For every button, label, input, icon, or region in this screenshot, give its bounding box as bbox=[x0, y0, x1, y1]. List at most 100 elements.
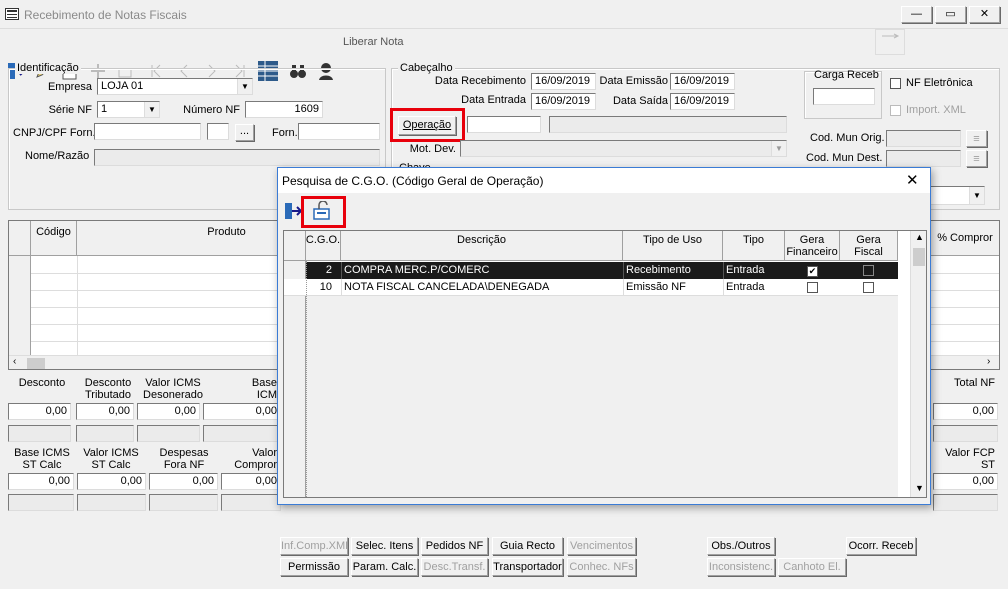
cgo-vscrollbar[interactable]: ▲ ▼ bbox=[910, 231, 926, 497]
col-compror[interactable]: % Compror bbox=[929, 221, 999, 256]
pedidos-nf-button[interactable]: Pedidos NF bbox=[421, 537, 488, 555]
nf-eletronica-checkbox[interactable] bbox=[890, 78, 901, 89]
extra-select[interactable]: ▼ bbox=[928, 186, 985, 205]
nome-razao-label: Nome/Razão bbox=[25, 150, 90, 162]
data-saida-label: Data Saída bbox=[612, 95, 668, 107]
operacao-code-field[interactable] bbox=[467, 116, 541, 133]
title-bar: Recebimento de Notas Fiscais — ▭ ✕ bbox=[0, 0, 1008, 29]
param-calc-button[interactable]: Param. Calc. bbox=[351, 558, 418, 576]
empresa-value: LOJA 01 bbox=[101, 80, 144, 92]
vencimentos-button: Vencimentos bbox=[567, 537, 636, 555]
col-codigo[interactable]: Código bbox=[31, 221, 77, 256]
extra-field-5 bbox=[933, 425, 998, 442]
chevron-down-icon[interactable]: ▼ bbox=[969, 187, 984, 204]
desconto-tributado-field[interactable]: 0,00 bbox=[76, 403, 134, 420]
carga-receb-field[interactable] bbox=[813, 88, 875, 105]
scroll-up-icon[interactable]: ▲ bbox=[915, 232, 924, 242]
data-emissao-label: Data Emissão bbox=[599, 75, 668, 87]
base-icms-st-field[interactable]: 0,00 bbox=[8, 473, 74, 490]
total-nf-label: Total NF bbox=[954, 377, 995, 389]
highlight-confirm bbox=[301, 196, 346, 228]
close-button[interactable]: ✕ bbox=[969, 6, 1000, 23]
row-descricao: NOTA FISCAL CANCELADA\DENEGADA bbox=[341, 279, 623, 296]
dialog-title: Pesquisa de C.G.O. (Código Geral de Oper… bbox=[282, 174, 544, 188]
obs-outros-button[interactable]: Obs./Outros bbox=[707, 537, 775, 555]
desc-transf-button: Desc.Transf. bbox=[421, 558, 488, 576]
data-saida-field[interactable]: 16/09/2019 bbox=[670, 93, 735, 110]
data-recebimento-field[interactable]: 16/09/2019 bbox=[531, 73, 596, 90]
data-recebimento-label: Data Recebimento bbox=[434, 75, 526, 87]
serie-select[interactable]: 1 ▼ bbox=[97, 101, 160, 118]
import-xml-label: Import. XML bbox=[906, 104, 966, 116]
empresa-select[interactable]: LOJA 01 ▼ bbox=[97, 78, 253, 95]
data-entrada-label: Data Entrada bbox=[461, 94, 526, 106]
scroll-down-icon[interactable]: ▼ bbox=[915, 483, 924, 493]
chevron-down-icon[interactable]: ▼ bbox=[144, 102, 159, 117]
col-gera-fiscal[interactable]: Gera Fiscal bbox=[840, 231, 898, 261]
row-descricao: COMPRA MERC.P/COMERC bbox=[341, 262, 623, 279]
col-tipo[interactable]: Tipo bbox=[723, 231, 785, 261]
gera-fiscal-checkbox[interactable] bbox=[863, 265, 874, 276]
gera-financeiro-checkbox[interactable] bbox=[807, 282, 818, 293]
maximize-button[interactable]: ▭ bbox=[935, 6, 966, 23]
selec-itens-button[interactable]: Selec. Itens bbox=[351, 537, 418, 555]
gera-financeiro-checkbox[interactable]: ✔ bbox=[807, 266, 818, 277]
data-emissao-field[interactable]: 16/09/2019 bbox=[670, 73, 735, 90]
col-tipo-uso[interactable]: Tipo de Uso bbox=[623, 231, 723, 261]
row-cgo: 10 bbox=[319, 281, 332, 293]
ocorr-receb-button[interactable]: Ocorr. Receb bbox=[846, 537, 916, 555]
base-icms-st-label: Base ICMS ST Calc bbox=[14, 447, 70, 471]
valor-icms-desonerado-field[interactable]: 0,00 bbox=[137, 403, 200, 420]
gera-fiscal-checkbox[interactable] bbox=[863, 282, 874, 293]
dialog-close-icon[interactable]: ✕ bbox=[906, 171, 919, 189]
cod-mun-dest-lookup-icon: ≡ bbox=[966, 150, 987, 167]
browse-fornecedor-button[interactable]: ... bbox=[235, 124, 254, 141]
minimize-button[interactable]: — bbox=[901, 6, 932, 23]
extra-field-6 bbox=[8, 494, 74, 511]
serie-label: Série NF bbox=[48, 104, 92, 116]
mot-dev-label: Mot. Dev. bbox=[409, 143, 456, 155]
valor-fcp-st-field[interactable]: 0,00 bbox=[933, 473, 998, 490]
carga-receb-label: Carga Receb bbox=[814, 69, 879, 81]
despesas-fora-nf-field[interactable]: 0,00 bbox=[149, 473, 218, 490]
forn-field[interactable] bbox=[298, 123, 380, 140]
extra-field-2 bbox=[76, 425, 134, 442]
base-icm-label: Base ICM bbox=[251, 377, 277, 401]
despesas-fora-nf-label: Despesas Fora NF bbox=[159, 447, 209, 471]
desconto-tributado-label: Desconto Tributado bbox=[84, 377, 132, 401]
row-cgo: 2 bbox=[325, 264, 332, 276]
valor-compror-label: Valor Compror bbox=[234, 447, 277, 471]
import-xml-checkbox bbox=[890, 105, 901, 116]
col-descricao[interactable]: Descrição bbox=[341, 231, 623, 261]
cgo-grid[interactable]: C.G.O. Descrição Tipo de Uso Tipo Gera F… bbox=[283, 230, 927, 498]
desconto-label: Desconto bbox=[18, 377, 66, 389]
valor-icms-st-label: Valor ICMS ST Calc bbox=[83, 447, 139, 471]
chevron-down-icon[interactable]: ▼ bbox=[237, 79, 252, 94]
cnpj-field[interactable] bbox=[94, 123, 201, 140]
base-icm-field[interactable]: 0,00 bbox=[203, 403, 281, 420]
desconto-field[interactable]: 0,00 bbox=[8, 403, 71, 420]
valor-compror-field[interactable]: 0,00 bbox=[221, 473, 281, 490]
highlight-operacao bbox=[390, 108, 465, 142]
col-gera-financeiro[interactable]: Gera Financeiro bbox=[785, 231, 840, 261]
nome-razao-field bbox=[94, 149, 380, 166]
table-row[interactable]: 2 COMPRA MERC.P/COMERC Recebimento Entra… bbox=[284, 262, 898, 279]
cnpj-digit-field[interactable] bbox=[207, 123, 229, 140]
col-cgo[interactable]: C.G.O. bbox=[306, 231, 341, 261]
transportador-button[interactable]: Transportador bbox=[492, 558, 563, 576]
scroll-right-icon[interactable]: › bbox=[987, 356, 990, 367]
total-nf-field[interactable]: 0,00 bbox=[933, 403, 998, 420]
data-entrada-field[interactable]: 16/09/2019 bbox=[531, 93, 596, 110]
valor-icms-st-field[interactable]: 0,00 bbox=[77, 473, 146, 490]
row-tipo: Entrada bbox=[723, 262, 785, 279]
cabecalho-title: Cabeçalho bbox=[398, 62, 455, 74]
permissao-button[interactable]: Permissão bbox=[280, 558, 348, 576]
table-row[interactable]: 10 NOTA FISCAL CANCELADA\DENEGADA Emissã… bbox=[284, 279, 898, 296]
numero-nf-field[interactable]: 1609 bbox=[245, 101, 323, 118]
liberar-nota-button[interactable]: Liberar Nota bbox=[343, 36, 404, 48]
canhoto-el-button: Canhoto El. bbox=[778, 558, 846, 576]
cod-mun-orig-lookup-icon: ≡ bbox=[966, 130, 987, 147]
guia-recto-button[interactable]: Guia Recto bbox=[492, 537, 563, 555]
scroll-left-icon[interactable]: ‹ bbox=[13, 356, 16, 367]
operacao-desc-field bbox=[549, 116, 787, 133]
